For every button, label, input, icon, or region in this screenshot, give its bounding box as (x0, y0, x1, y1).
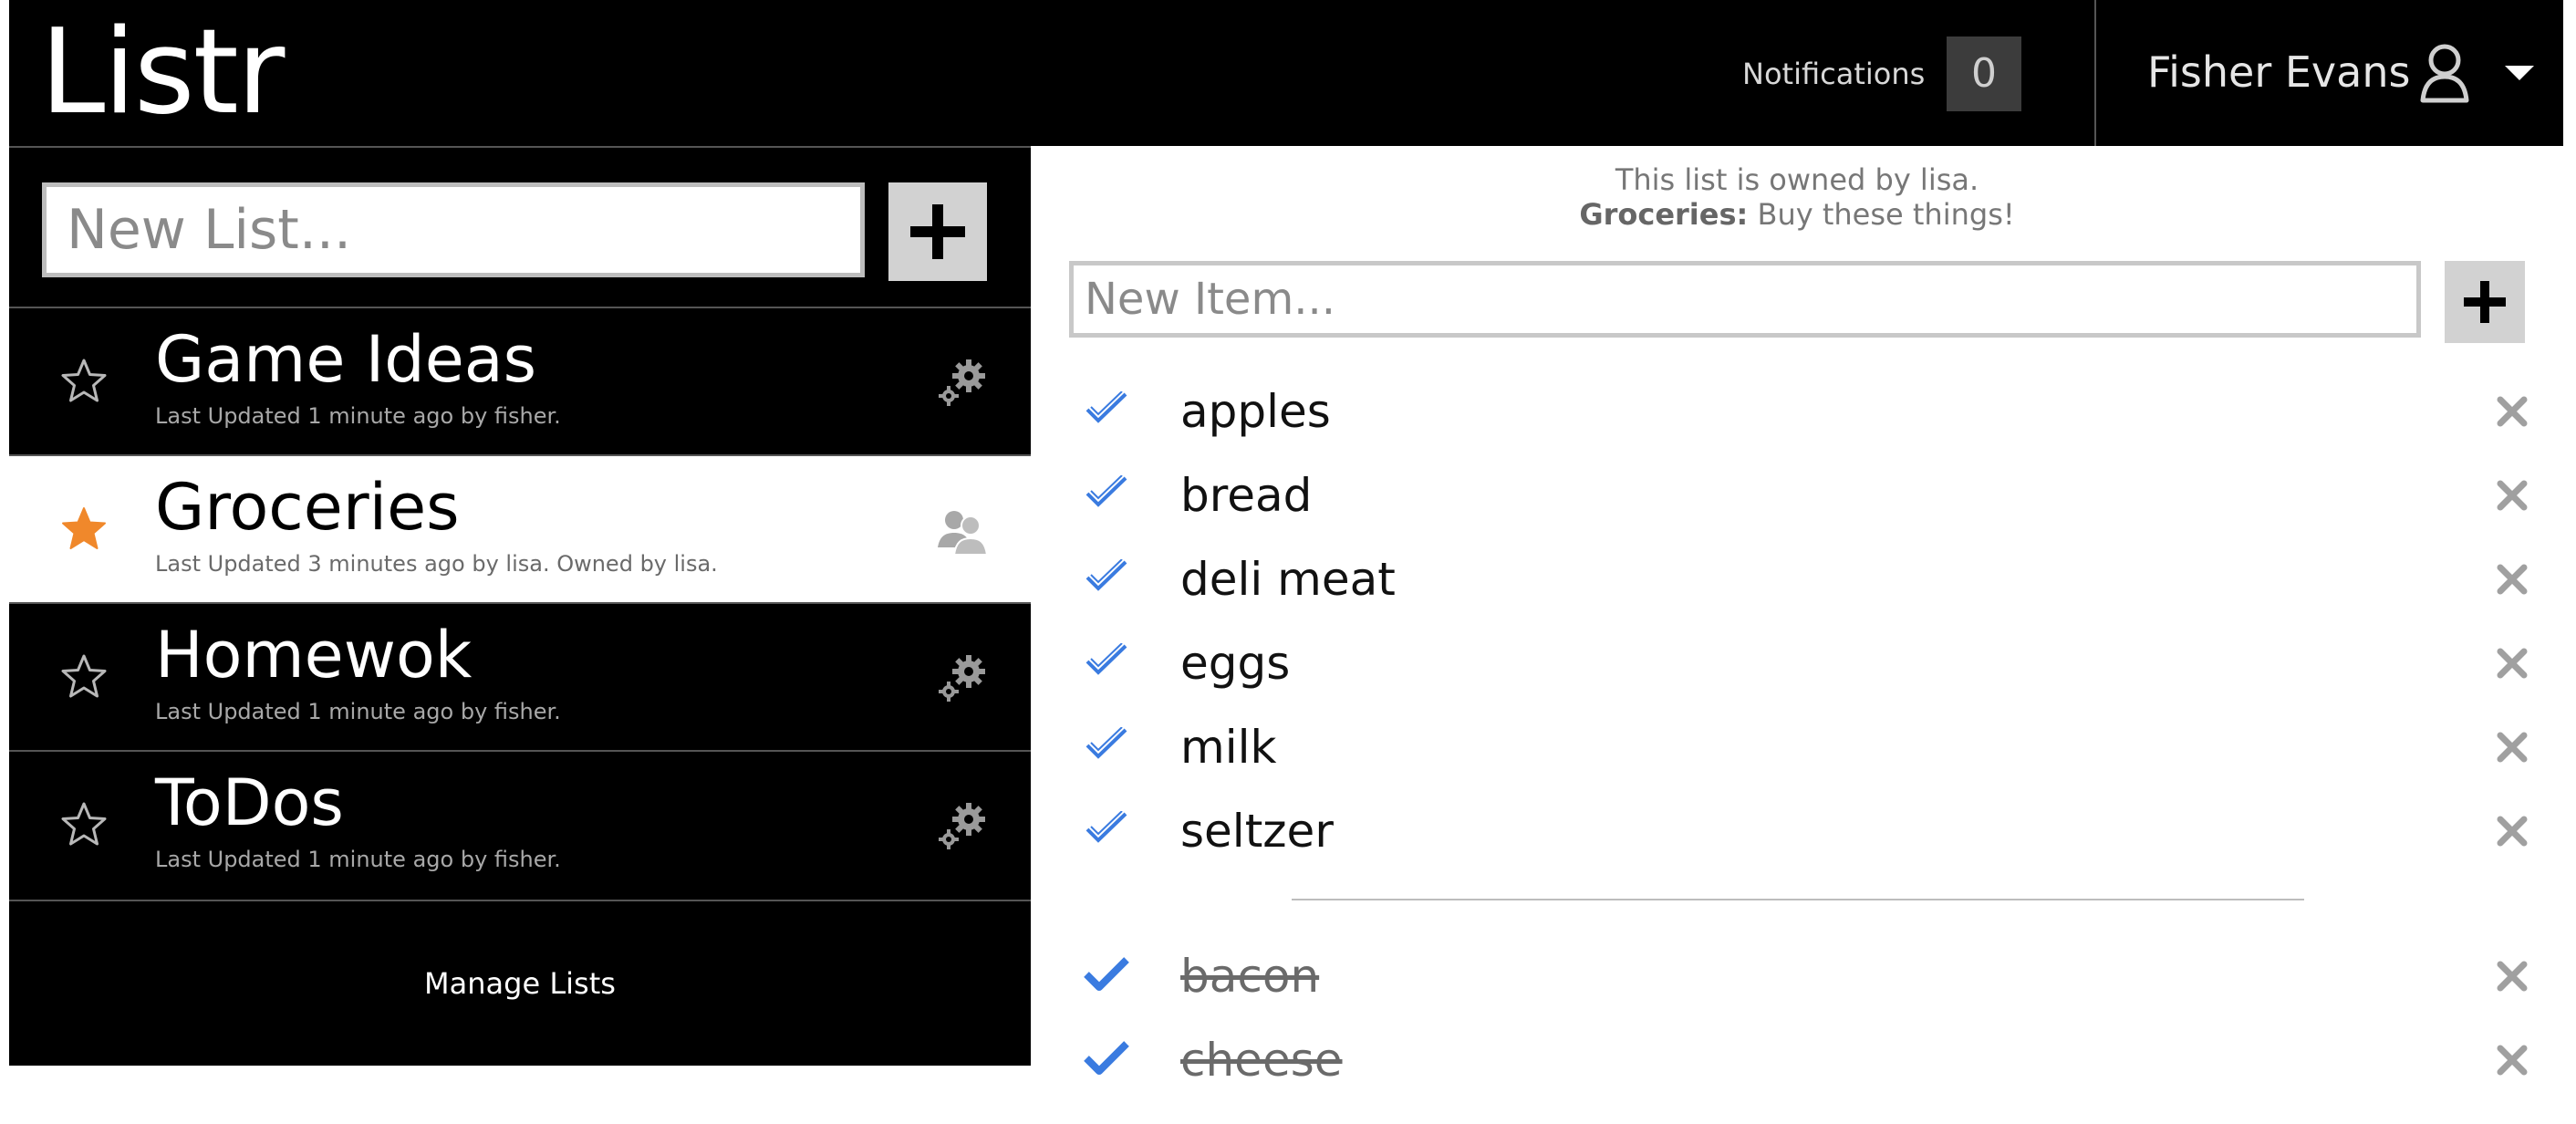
item-text: bacon (1180, 950, 1320, 1003)
close-icon[interactable] (2496, 479, 2529, 512)
plus-icon (2464, 281, 2506, 323)
list-item-groceries[interactable]: Groceries Last Updated 3 minutes ago by … (9, 454, 1031, 602)
star-outline-icon[interactable] (60, 358, 108, 403)
list-meta: Last Updated 1 minute ago by fisher. (155, 847, 561, 872)
notifications-label[interactable]: Notifications (1742, 57, 1925, 91)
item-text: seltzer (1180, 805, 1334, 858)
checkmark-icon[interactable] (1084, 643, 1129, 680)
close-icon[interactable] (2496, 395, 2529, 428)
notifications-count-badge[interactable]: 0 (1947, 36, 2021, 111)
gear-icon[interactable] (934, 650, 992, 708)
checkmark-icon[interactable] (1084, 811, 1129, 848)
item-text: apples (1180, 385, 1331, 438)
list-item[interactable]: deli meat (1069, 543, 2529, 616)
list-item[interactable]: apples (1069, 375, 2529, 448)
close-icon[interactable] (2496, 647, 2529, 680)
manage-lists-link[interactable]: Manage Lists (9, 900, 1031, 1066)
item-text: deli meat (1180, 553, 1396, 606)
new-list-input[interactable] (42, 182, 865, 277)
close-icon[interactable] (2496, 563, 2529, 596)
add-item-button[interactable] (2445, 261, 2525, 343)
list-item-game-ideas[interactable]: Game Ideas Last Updated 1 minute ago by … (9, 307, 1031, 454)
list-owner-text: This list is owned by lisa. (1615, 162, 1979, 197)
list-title: ToDos (155, 765, 344, 840)
list-description-text: Buy these things! (1757, 197, 2015, 232)
checkmark-icon[interactable] (1084, 727, 1129, 764)
completed-divider (1292, 899, 2304, 900)
add-list-button[interactable] (888, 182, 987, 281)
list-item[interactable]: seltzer (1069, 795, 2529, 868)
header-divider (2094, 0, 2096, 146)
close-icon[interactable] (2496, 960, 2529, 993)
new-list-row (9, 146, 1031, 307)
list-name-label: Groceries: (1579, 197, 1749, 232)
new-item-input[interactable] (1069, 261, 2421, 338)
item-text: cheese (1180, 1034, 1343, 1087)
list-item-todos[interactable]: ToDos Last Updated 1 minute ago by fishe… (9, 750, 1031, 898)
star-filled-icon[interactable] (60, 505, 108, 551)
plus-icon (909, 203, 967, 261)
checkmark-icon[interactable] (1084, 559, 1129, 596)
list-item-homewok[interactable]: Homewok Last Updated 1 minute ago by fis… (9, 602, 1031, 750)
checkmark-checked-icon[interactable] (1084, 1040, 1129, 1077)
close-icon[interactable] (2496, 1044, 2529, 1077)
star-outline-icon[interactable] (60, 653, 108, 699)
completed-list-item[interactable]: cheese (1069, 1024, 2529, 1097)
list-item[interactable]: milk (1069, 711, 2529, 784)
close-icon[interactable] (2496, 731, 2529, 764)
item-text: milk (1180, 721, 1277, 774)
close-icon[interactable] (2496, 815, 2529, 848)
user-menu-chevron-down-icon[interactable] (2505, 66, 2534, 80)
completed-list-item[interactable]: bacon (1069, 940, 2529, 1013)
list-title: Game Ideas (155, 322, 537, 397)
shared-users-icon[interactable] (934, 502, 992, 560)
list-meta: Last Updated 1 minute ago by fisher. (155, 403, 561, 429)
list-meta: Last Updated 3 minutes ago by lisa. Owne… (155, 551, 718, 577)
list-item[interactable]: bread (1069, 459, 2529, 532)
gear-icon[interactable] (934, 797, 992, 856)
list-description: Groceries: Buy these things! (1040, 197, 2554, 232)
star-outline-icon[interactable] (60, 801, 108, 847)
gear-icon[interactable] (934, 354, 992, 412)
checkmark-icon[interactable] (1084, 391, 1129, 428)
app-logo[interactable]: Listr (40, 9, 285, 137)
item-text: eggs (1180, 637, 1291, 690)
lists-sidebar: Game Ideas Last Updated 1 minute ago by … (9, 146, 1031, 1066)
list-title: Groceries (155, 470, 460, 545)
user-name[interactable]: Fisher Evans (2147, 47, 2410, 97)
list-meta: Last Updated 1 minute ago by fisher. (155, 699, 561, 724)
app-header: Listr Notifications 0 Fisher Evans (9, 0, 2563, 146)
list-item[interactable]: eggs (1069, 627, 2529, 700)
checkmark-checked-icon[interactable] (1084, 956, 1129, 993)
user-icon[interactable] (2417, 40, 2472, 104)
checkmark-icon[interactable] (1084, 475, 1129, 512)
list-title: Homewok (155, 618, 473, 692)
item-text: bread (1180, 469, 1313, 522)
